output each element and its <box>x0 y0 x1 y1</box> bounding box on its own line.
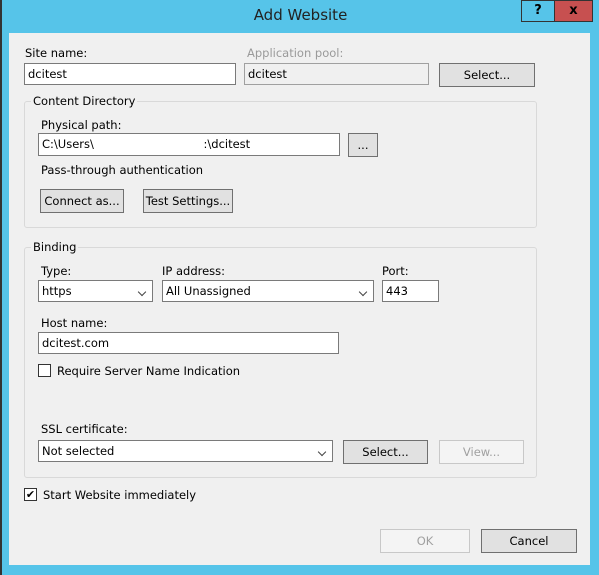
auth-text: Pass-through authentication <box>41 163 204 177</box>
type-label: Type: <box>41 264 72 278</box>
start-website-label: Start Website immediately <box>43 488 197 502</box>
ssl-certificate-select[interactable]: Not selected <box>38 440 333 462</box>
select-certificate-button[interactable]: Select... <box>343 440 428 464</box>
site-name-input[interactable]: dcitest <box>24 63 236 85</box>
test-settings-button[interactable]: Test Settings... <box>143 189 233 213</box>
ok-button[interactable]: OK <box>380 529 470 553</box>
window-title: Add Website <box>253 6 348 24</box>
application-pool-field: dcitest <box>244 63 429 85</box>
physical-path-input[interactable]: C:\Users\ :\dcitest <box>38 133 340 156</box>
view-certificate-button[interactable]: View... <box>439 440 524 464</box>
help-button[interactable]: ? <box>521 0 555 22</box>
connect-as-button[interactable]: Connect as... <box>40 189 124 213</box>
binding-legend: Binding <box>31 240 79 254</box>
browse-button[interactable]: ... <box>348 133 378 157</box>
cancel-button[interactable]: Cancel <box>481 529 577 553</box>
ssl-certificate-label: SSL certificate: <box>41 422 128 436</box>
port-label: Port: <box>382 264 409 278</box>
site-name-label: Site name: <box>25 46 88 60</box>
physical-path-label: Physical path: <box>41 118 122 132</box>
port-input[interactable]: 443 <box>382 280 439 302</box>
type-select[interactable]: https <box>38 280 153 302</box>
ip-address-label: IP address: <box>162 264 226 278</box>
host-name-label: Host name: <box>41 316 108 330</box>
close-button[interactable]: x <box>555 0 593 22</box>
application-pool-label: Application pool: <box>247 46 344 60</box>
sni-label: Require Server Name Indication <box>57 364 241 378</box>
sni-checkbox[interactable] <box>38 364 51 377</box>
ip-address-select[interactable]: All Unassigned <box>162 280 374 302</box>
start-website-checkbox[interactable]: ✔ <box>24 488 37 501</box>
content-directory-legend: Content Directory <box>31 94 138 108</box>
select-app-pool-button[interactable]: Select... <box>439 63 535 87</box>
host-name-input[interactable]: dcitest.com <box>38 332 339 354</box>
